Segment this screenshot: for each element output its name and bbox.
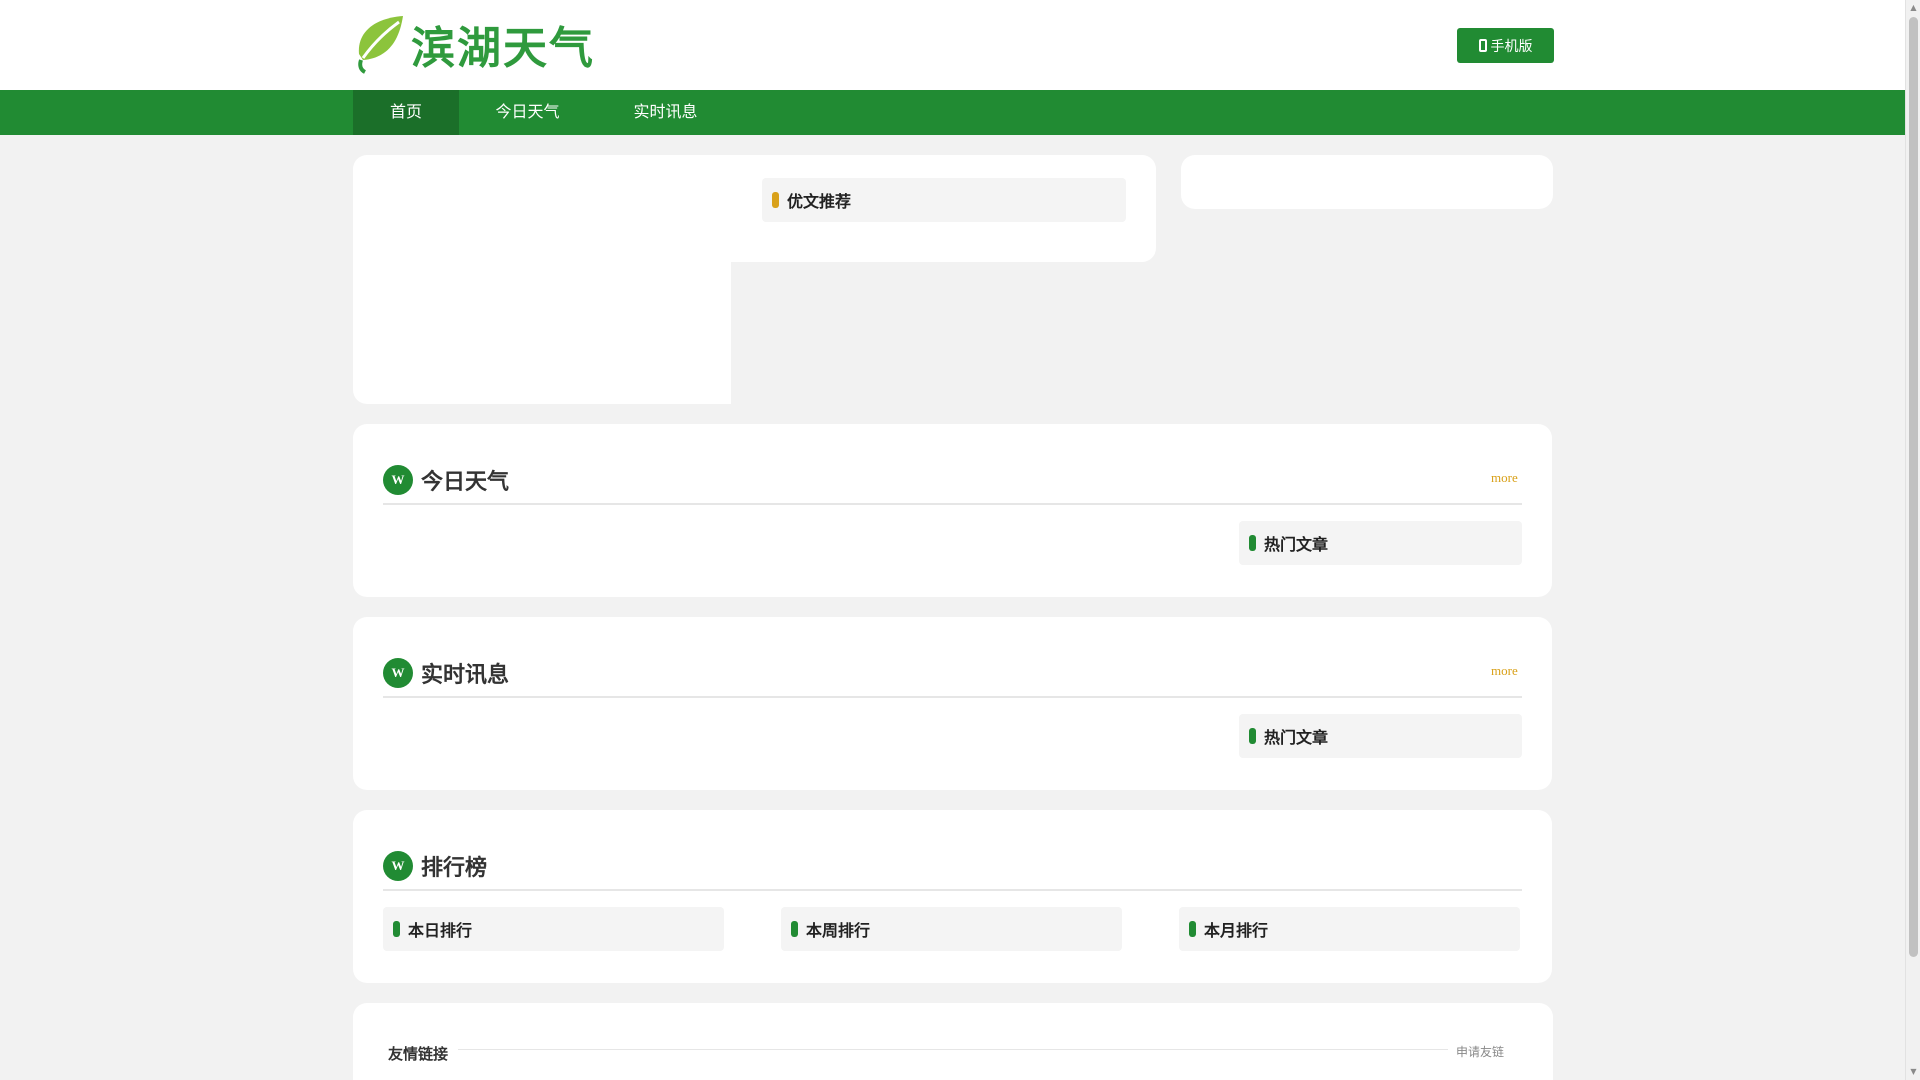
nav-item-today-weather[interactable]: 今日天气 <box>470 90 585 135</box>
scroll-thumb[interactable] <box>1909 17 1918 957</box>
phone-icon <box>1478 39 1487 52</box>
section-live-news <box>353 617 1552 790</box>
friend-links-card <box>353 1003 1553 1080</box>
section-title-ranking: W 排行榜 <box>383 850 487 882</box>
logo-text: 滨湖天气 <box>411 23 595 74</box>
section-title-text: 今日天气 <box>421 469 510 494</box>
section-title-live-news[interactable]: W 实时讯息 <box>383 657 509 689</box>
friend-links-divider <box>458 1049 1448 1050</box>
section-today-weather <box>353 424 1552 597</box>
main-nav: 首页 今日天气 实时讯息 <box>0 90 1905 135</box>
rank-header-week: 本周排行 <box>781 907 1122 951</box>
header-bar-icon <box>1189 921 1196 937</box>
header-bar-icon <box>1249 535 1256 551</box>
hot-articles-title: 热门文章 <box>1264 537 1329 554</box>
mobile-version-button[interactable]: 手机版 <box>1457 28 1554 63</box>
hot-articles-header: 热门文章 <box>1239 521 1522 565</box>
section-title-text: 实时讯息 <box>421 662 510 687</box>
recommend-header: 优文推荐 <box>762 178 1126 222</box>
site-header: 滨湖天气 手机版 <box>0 0 1905 90</box>
header-bar-icon <box>791 921 798 937</box>
scroll-up-icon[interactable]: ▲ <box>1909 2 1918 14</box>
featured-slider[interactable] <box>353 240 731 404</box>
header-bar-icon <box>393 921 400 937</box>
hot-articles-header: 热门文章 <box>1239 714 1522 758</box>
apply-link[interactable]: 申请友链 <box>1456 1043 1504 1060</box>
rank-header-month: 本月排行 <box>1179 907 1520 951</box>
section-divider <box>383 696 1522 698</box>
scroll-down-icon[interactable]: ▼ <box>1909 1066 1918 1078</box>
hot-articles-title: 热门文章 <box>1264 730 1329 747</box>
rank-title-week: 本周排行 <box>806 923 871 940</box>
section-divider <box>383 889 1522 891</box>
header-bar-icon <box>772 192 779 208</box>
section-title-text: 排行榜 <box>421 855 488 880</box>
rank-title-day: 本日排行 <box>408 923 473 940</box>
more-link[interactable]: more <box>1491 663 1518 679</box>
rank-header-day: 本日排行 <box>383 907 724 951</box>
weather-badge-icon: W <box>383 465 413 495</box>
recommend-title: 优文推荐 <box>787 194 852 211</box>
nav-item-live-news[interactable]: 实时讯息 <box>608 90 723 135</box>
page-scrollbar[interactable]: ▲ ▼ <box>1905 0 1920 1080</box>
site-logo[interactable]: 滨湖天气 <box>353 13 608 75</box>
more-link[interactable]: more <box>1491 470 1518 486</box>
section-ranking <box>353 810 1552 983</box>
header-bar-icon <box>1249 728 1256 744</box>
side-box <box>1181 155 1553 209</box>
weather-badge-icon: W <box>383 851 413 881</box>
nav-item-home[interactable]: 首页 <box>353 90 459 135</box>
friend-links-title: 友情链接 <box>388 1046 449 1063</box>
section-title-today-weather[interactable]: W 今日天气 <box>383 464 509 496</box>
weather-badge-icon: W <box>383 658 413 688</box>
section-divider <box>383 503 1522 505</box>
rank-title-month: 本月排行 <box>1204 923 1269 940</box>
mobile-version-label: 手机版 <box>1490 37 1533 54</box>
leaf-icon <box>358 16 403 74</box>
